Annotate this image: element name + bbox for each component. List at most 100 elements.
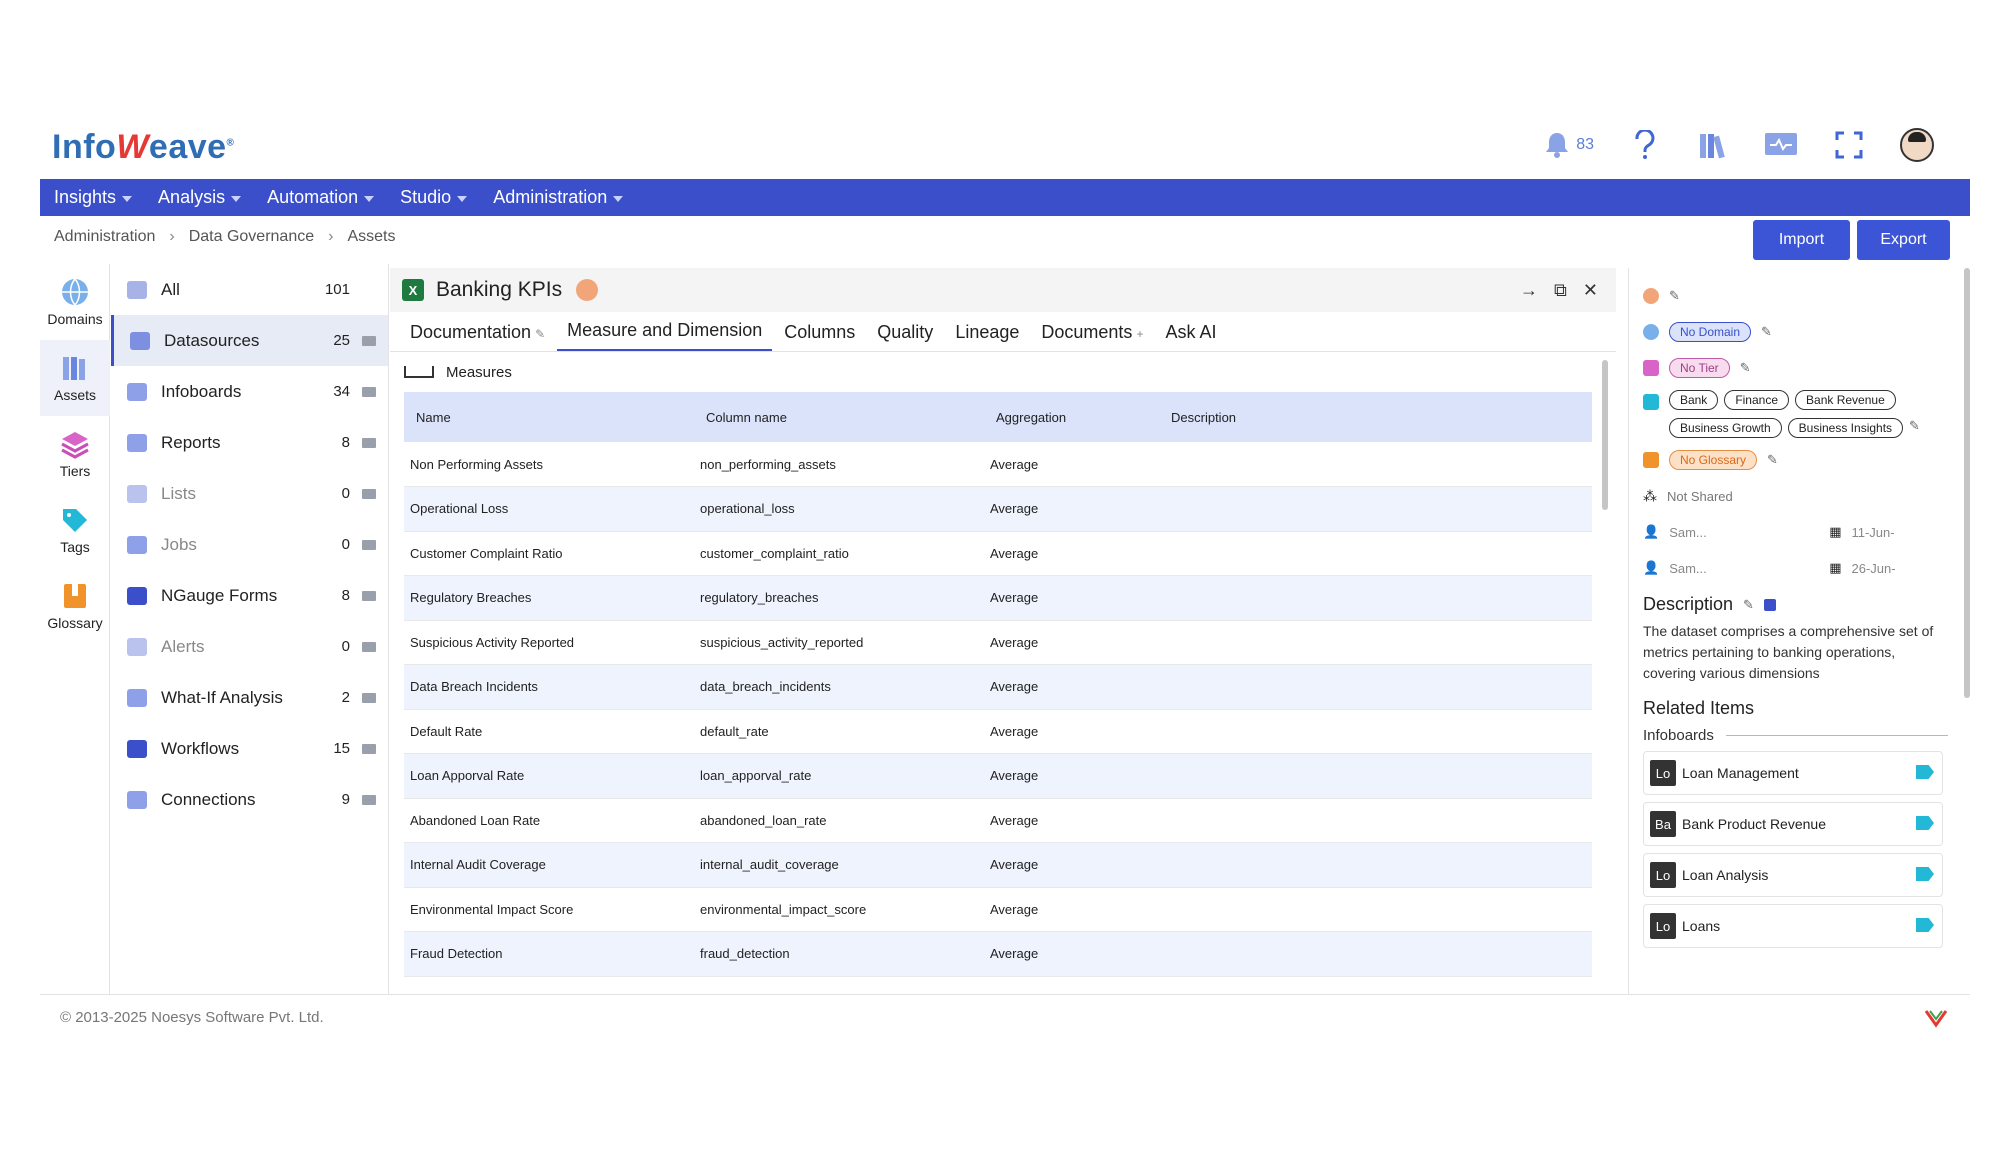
pencil-icon[interactable]: ✎: [1909, 418, 1920, 438]
folder-icon[interactable]: [362, 386, 376, 397]
tab-measure-and-dimension[interactable]: Measure and Dimension: [557, 320, 773, 351]
table-cell: [1159, 664, 1592, 710]
rail-assets[interactable]: Assets: [40, 340, 110, 416]
tab-documentation[interactable]: Documentation ✎: [400, 322, 555, 351]
close-icon[interactable]: ✕: [1583, 280, 1598, 301]
asset-item-datasources[interactable]: Datasources 25: [111, 315, 388, 366]
tag-icon[interactable]: [1916, 816, 1934, 830]
nav-studio[interactable]: Studio: [400, 187, 468, 208]
arrow-right-icon[interactable]: →: [1520, 280, 1538, 301]
tag-pill[interactable]: Business Growth: [1668, 418, 1782, 438]
table-row[interactable]: Data Breach Incidents data_breach_inciden…: [404, 664, 1592, 710]
folder-icon[interactable]: [362, 335, 376, 346]
rail-tiers[interactable]: Tiers: [40, 416, 110, 492]
domain-pill[interactable]: No Domain: [1669, 322, 1752, 342]
nav-automation[interactable]: Automation: [267, 187, 375, 208]
tag-icon[interactable]: [1916, 918, 1934, 932]
table-cell: Data Breach Incidents: [404, 664, 694, 710]
library-icon[interactable]: [1696, 128, 1730, 162]
notifications-button[interactable]: 83: [1540, 128, 1594, 162]
fullscreen-icon[interactable]: [1832, 128, 1866, 162]
tag-icon[interactable]: [1916, 765, 1934, 779]
breadcrumb-item[interactable]: Data Governance: [189, 228, 314, 246]
folder-icon[interactable]: [362, 488, 376, 499]
table-row[interactable]: Environmental Impact Score environmental_…: [404, 887, 1592, 932]
asset-item-connections[interactable]: Connections 9: [111, 774, 388, 825]
monitor-icon[interactable]: [1764, 128, 1798, 162]
import-button[interactable]: Import: [1753, 220, 1850, 260]
folder-icon[interactable]: [362, 692, 376, 703]
tag-pill[interactable]: Bank: [1668, 390, 1719, 410]
details-scrollbar[interactable]: [1964, 268, 1970, 698]
table-row[interactable]: Suspicious Activity Reported suspicious_a…: [404, 620, 1592, 665]
breadcrumb-item[interactable]: Administration: [54, 228, 155, 246]
rail-glossary[interactable]: Glossary: [40, 568, 110, 644]
pencil-icon[interactable]: ✎: [1761, 324, 1772, 340]
tag-pill[interactable]: Business Insights: [1787, 418, 1904, 438]
nav-administration[interactable]: Administration: [493, 187, 624, 208]
tab-columns[interactable]: Columns: [774, 322, 865, 351]
tag-pill[interactable]: Finance: [1724, 390, 1790, 410]
column-header[interactable]: Column name: [694, 392, 984, 442]
column-header[interactable]: Aggregation: [984, 392, 1159, 442]
related-item[interactable]: Ba Bank Product Revenue: [1643, 802, 1943, 846]
related-item[interactable]: Lo Loan Management: [1643, 751, 1943, 795]
status-dot-icon: [576, 279, 599, 301]
tab-ask-ai[interactable]: Ask AI: [1155, 322, 1226, 351]
table-row[interactable]: Internal Audit Coverage internal_audit_co…: [404, 842, 1592, 888]
ai-icon[interactable]: [1763, 598, 1776, 611]
asset-item-alerts[interactable]: Alerts 0: [111, 621, 388, 672]
tag-pill[interactable]: Bank Revenue: [1795, 390, 1896, 410]
table-row[interactable]: Non Performing Assets non_performing_asse…: [404, 442, 1592, 487]
folder-icon[interactable]: [362, 590, 376, 601]
table-row[interactable]: Fraud Detection fraud_detection Average: [404, 931, 1592, 977]
asset-item-all[interactable]: All 101: [111, 264, 388, 315]
folder-icon[interactable]: [362, 743, 376, 754]
table-row[interactable]: Customer Complaint Ratio customer_complai…: [404, 531, 1592, 576]
asset-item-lists[interactable]: Lists 0: [111, 468, 388, 519]
related-item[interactable]: Lo Loans: [1643, 904, 1943, 948]
folder-icon[interactable]: [362, 794, 376, 805]
pencil-icon[interactable]: ✎: [1743, 597, 1754, 613]
table-row[interactable]: Loan Apporval Rate loan_apporval_rate Aver…: [404, 753, 1592, 799]
pencil-icon[interactable]: ✎: [1669, 288, 1680, 304]
tab-quality[interactable]: Quality: [867, 322, 943, 351]
asset-item-workflows[interactable]: Workflows 15: [111, 723, 388, 774]
asset-item-reports[interactable]: Reports 8: [111, 417, 388, 468]
open-external-icon[interactable]: ⧉: [1554, 280, 1567, 301]
tab-documents[interactable]: Documents +: [1031, 322, 1153, 351]
column-header[interactable]: Name: [404, 392, 694, 442]
asset-item-what-if-analysis[interactable]: What-If Analysis 2: [111, 672, 388, 723]
glossary-pill[interactable]: No Glossary: [1669, 450, 1758, 470]
table-scrollbar[interactable]: [1602, 360, 1608, 510]
pencil-icon[interactable]: ✎: [535, 327, 545, 341]
tier-pill[interactable]: No Tier: [1669, 358, 1730, 378]
plus-icon[interactable]: +: [1136, 327, 1143, 341]
tab-lineage[interactable]: Lineage: [945, 322, 1029, 351]
rail-tags[interactable]: Tags: [40, 492, 110, 568]
tag-icon[interactable]: [1916, 867, 1934, 881]
column-header[interactable]: Description: [1159, 392, 1592, 442]
table-cell: [1159, 709, 1592, 754]
dataset-title: Banking KPIs: [436, 278, 563, 301]
asset-item-infoboards[interactable]: Infoboards 34: [111, 366, 388, 417]
folder-icon[interactable]: [362, 641, 376, 652]
export-button[interactable]: Export: [1857, 220, 1950, 260]
folder-icon[interactable]: [362, 437, 376, 448]
table-row[interactable]: Abandoned Loan Rate abandoned_loan_rate Av…: [404, 798, 1592, 843]
user-avatar[interactable]: [1900, 128, 1934, 162]
related-item[interactable]: Lo Loan Analysis: [1643, 853, 1943, 897]
pencil-icon[interactable]: ✎: [1767, 452, 1778, 468]
nav-analysis[interactable]: Analysis: [158, 187, 242, 208]
table-row[interactable]: Operational Loss operational_loss Average: [404, 486, 1592, 532]
asset-item-ngauge-forms[interactable]: NGauge Forms 8: [111, 570, 388, 621]
nav-insights[interactable]: Insights: [54, 187, 133, 208]
folder-icon[interactable]: [362, 539, 376, 550]
infoweave-logo[interactable]: InfoWeave®: [52, 128, 234, 167]
table-row[interactable]: Default Rate default_rate Average: [404, 709, 1592, 754]
asset-item-jobs[interactable]: Jobs 0: [111, 519, 388, 570]
pencil-icon[interactable]: ✎: [1740, 360, 1751, 376]
help-icon[interactable]: [1628, 128, 1662, 162]
table-row[interactable]: Regulatory Breaches regulatory_breaches Av…: [404, 575, 1592, 621]
rail-domains[interactable]: Domains: [40, 264, 110, 340]
